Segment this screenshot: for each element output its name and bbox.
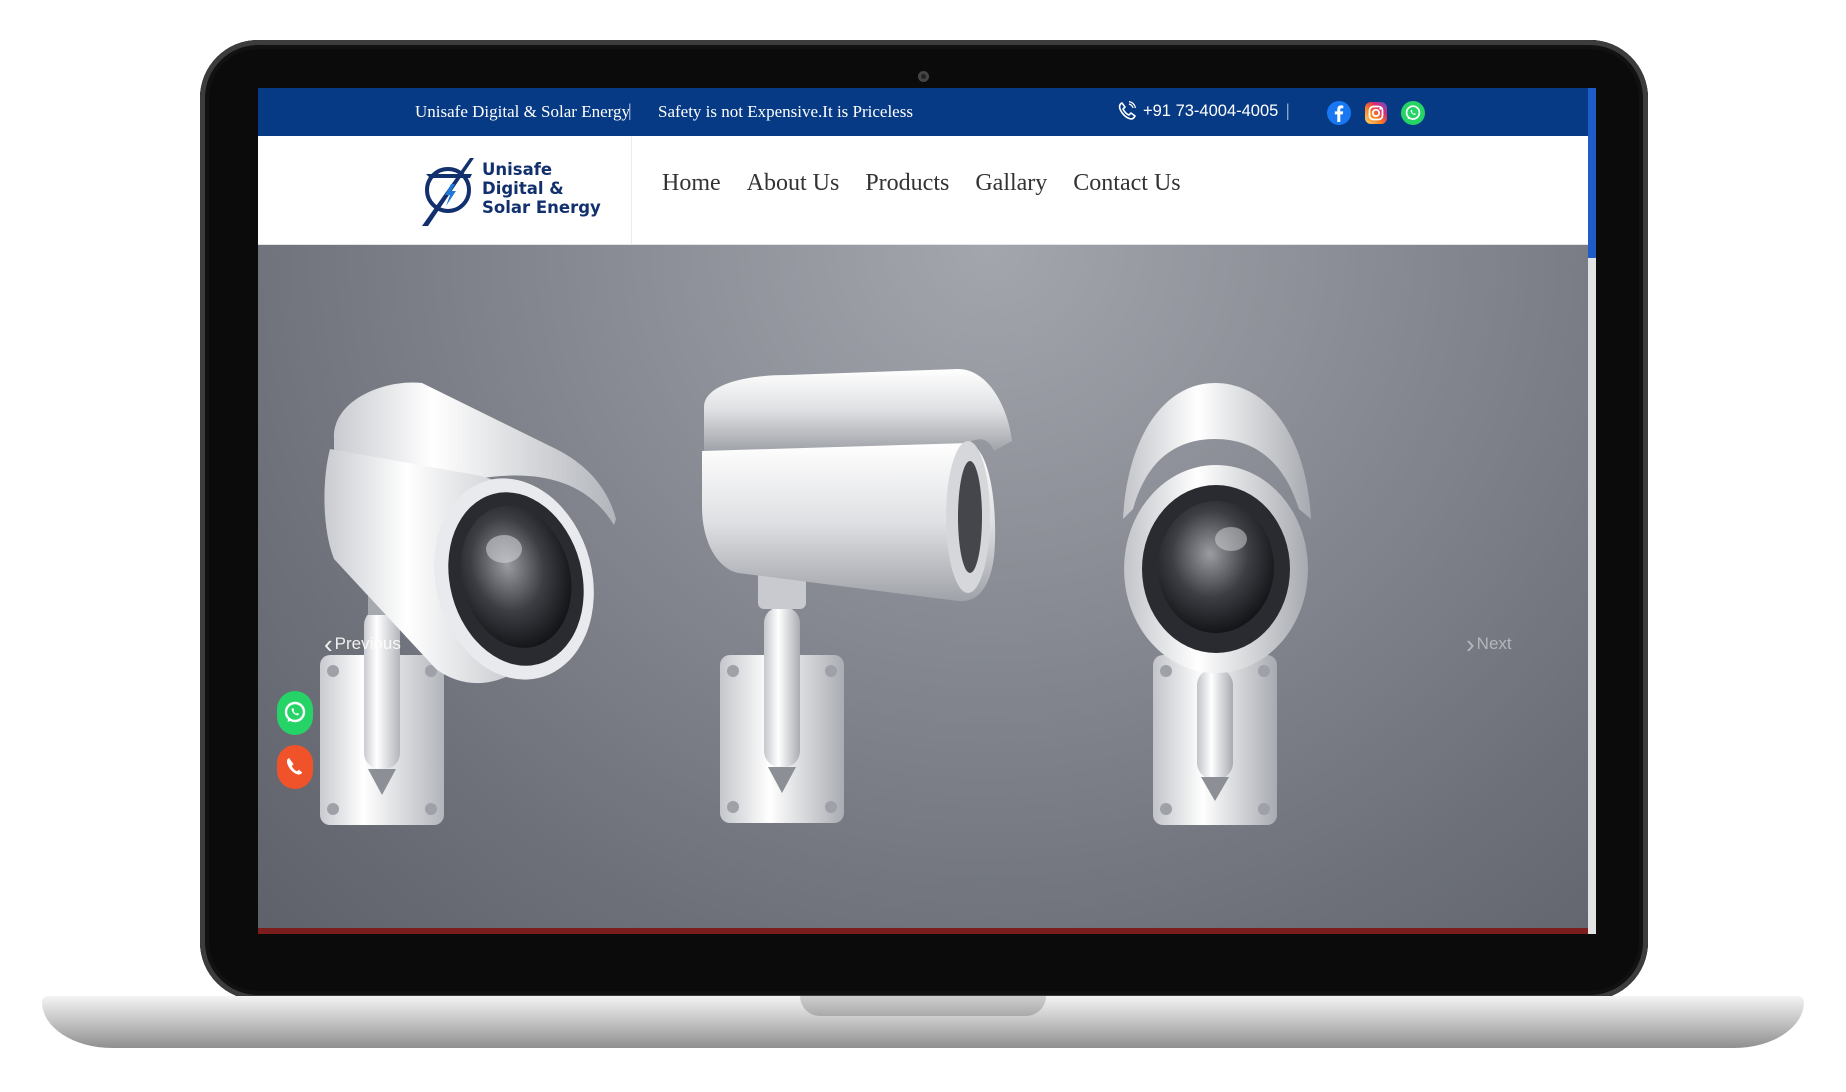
header-divider [631,136,632,244]
webcam [918,71,929,82]
hero-bottom-border [258,928,1588,934]
facebook-icon[interactable] [1326,100,1352,126]
nav-products[interactable]: Products [865,170,949,197]
site-header: Unisafe Digital & Solar Energy Home Abou… [258,136,1588,245]
logo-icon[interactable] [418,150,484,230]
company-name: Unisafe Digital & Solar Energy [415,102,630,121]
chevron-right-icon: › [1466,629,1475,659]
topbar-separator: | [628,100,632,120]
cctv-camera-image [320,382,616,825]
top-info-bar: Unisafe Digital & Solar Energy | Safety … [258,88,1588,136]
website-screen: Unisafe Digital & Solar Energy | Safety … [258,88,1596,934]
page-scrollbar[interactable] [1588,88,1596,934]
nav-gallary[interactable]: Gallary [975,170,1047,197]
whatsapp-icon[interactable] [1400,100,1426,126]
tagline: Safety is not Expensive.It is Priceless [658,102,913,121]
logo-line: Unisafe [482,160,553,179]
nav-contact-us[interactable]: Contact Us [1073,170,1180,197]
floating-call-button[interactable] [277,745,313,789]
logo-wordmark[interactable]: Unisafe Digital & Solar Energy [482,160,622,217]
cctv-camera-image [1123,383,1311,825]
nav-about-us[interactable]: About Us [747,170,840,197]
hero-carousel: ‹ Previous › Next [258,245,1588,934]
cctv-camera-image [702,369,1012,823]
carousel-previous-label: Previous [334,633,401,653]
nav-home[interactable]: Home [662,170,721,197]
logo-line: Digital & [482,179,564,198]
phone-icon [277,745,313,789]
floating-whatsapp-button[interactable] [277,691,313,735]
carousel-next[interactable]: › Next [1466,629,1512,660]
carousel-previous[interactable]: ‹ Previous [324,629,401,660]
laptop-notch [800,996,1046,1016]
whatsapp-icon [277,691,313,735]
scrollbar-thumb[interactable] [1588,88,1596,258]
chevron-left-icon: ‹ [324,629,333,659]
main-nav: Home About Us Products Gallary Contact U… [662,170,1207,197]
topbar-separator: | [1286,100,1290,120]
phone-number[interactable]: +91 73-4004-4005 [1143,102,1278,121]
instagram-icon[interactable] [1363,100,1389,126]
carousel-next-label: Next [1476,633,1512,653]
phone-icon [1118,100,1137,121]
logo-line: Solar Energy [482,198,601,217]
